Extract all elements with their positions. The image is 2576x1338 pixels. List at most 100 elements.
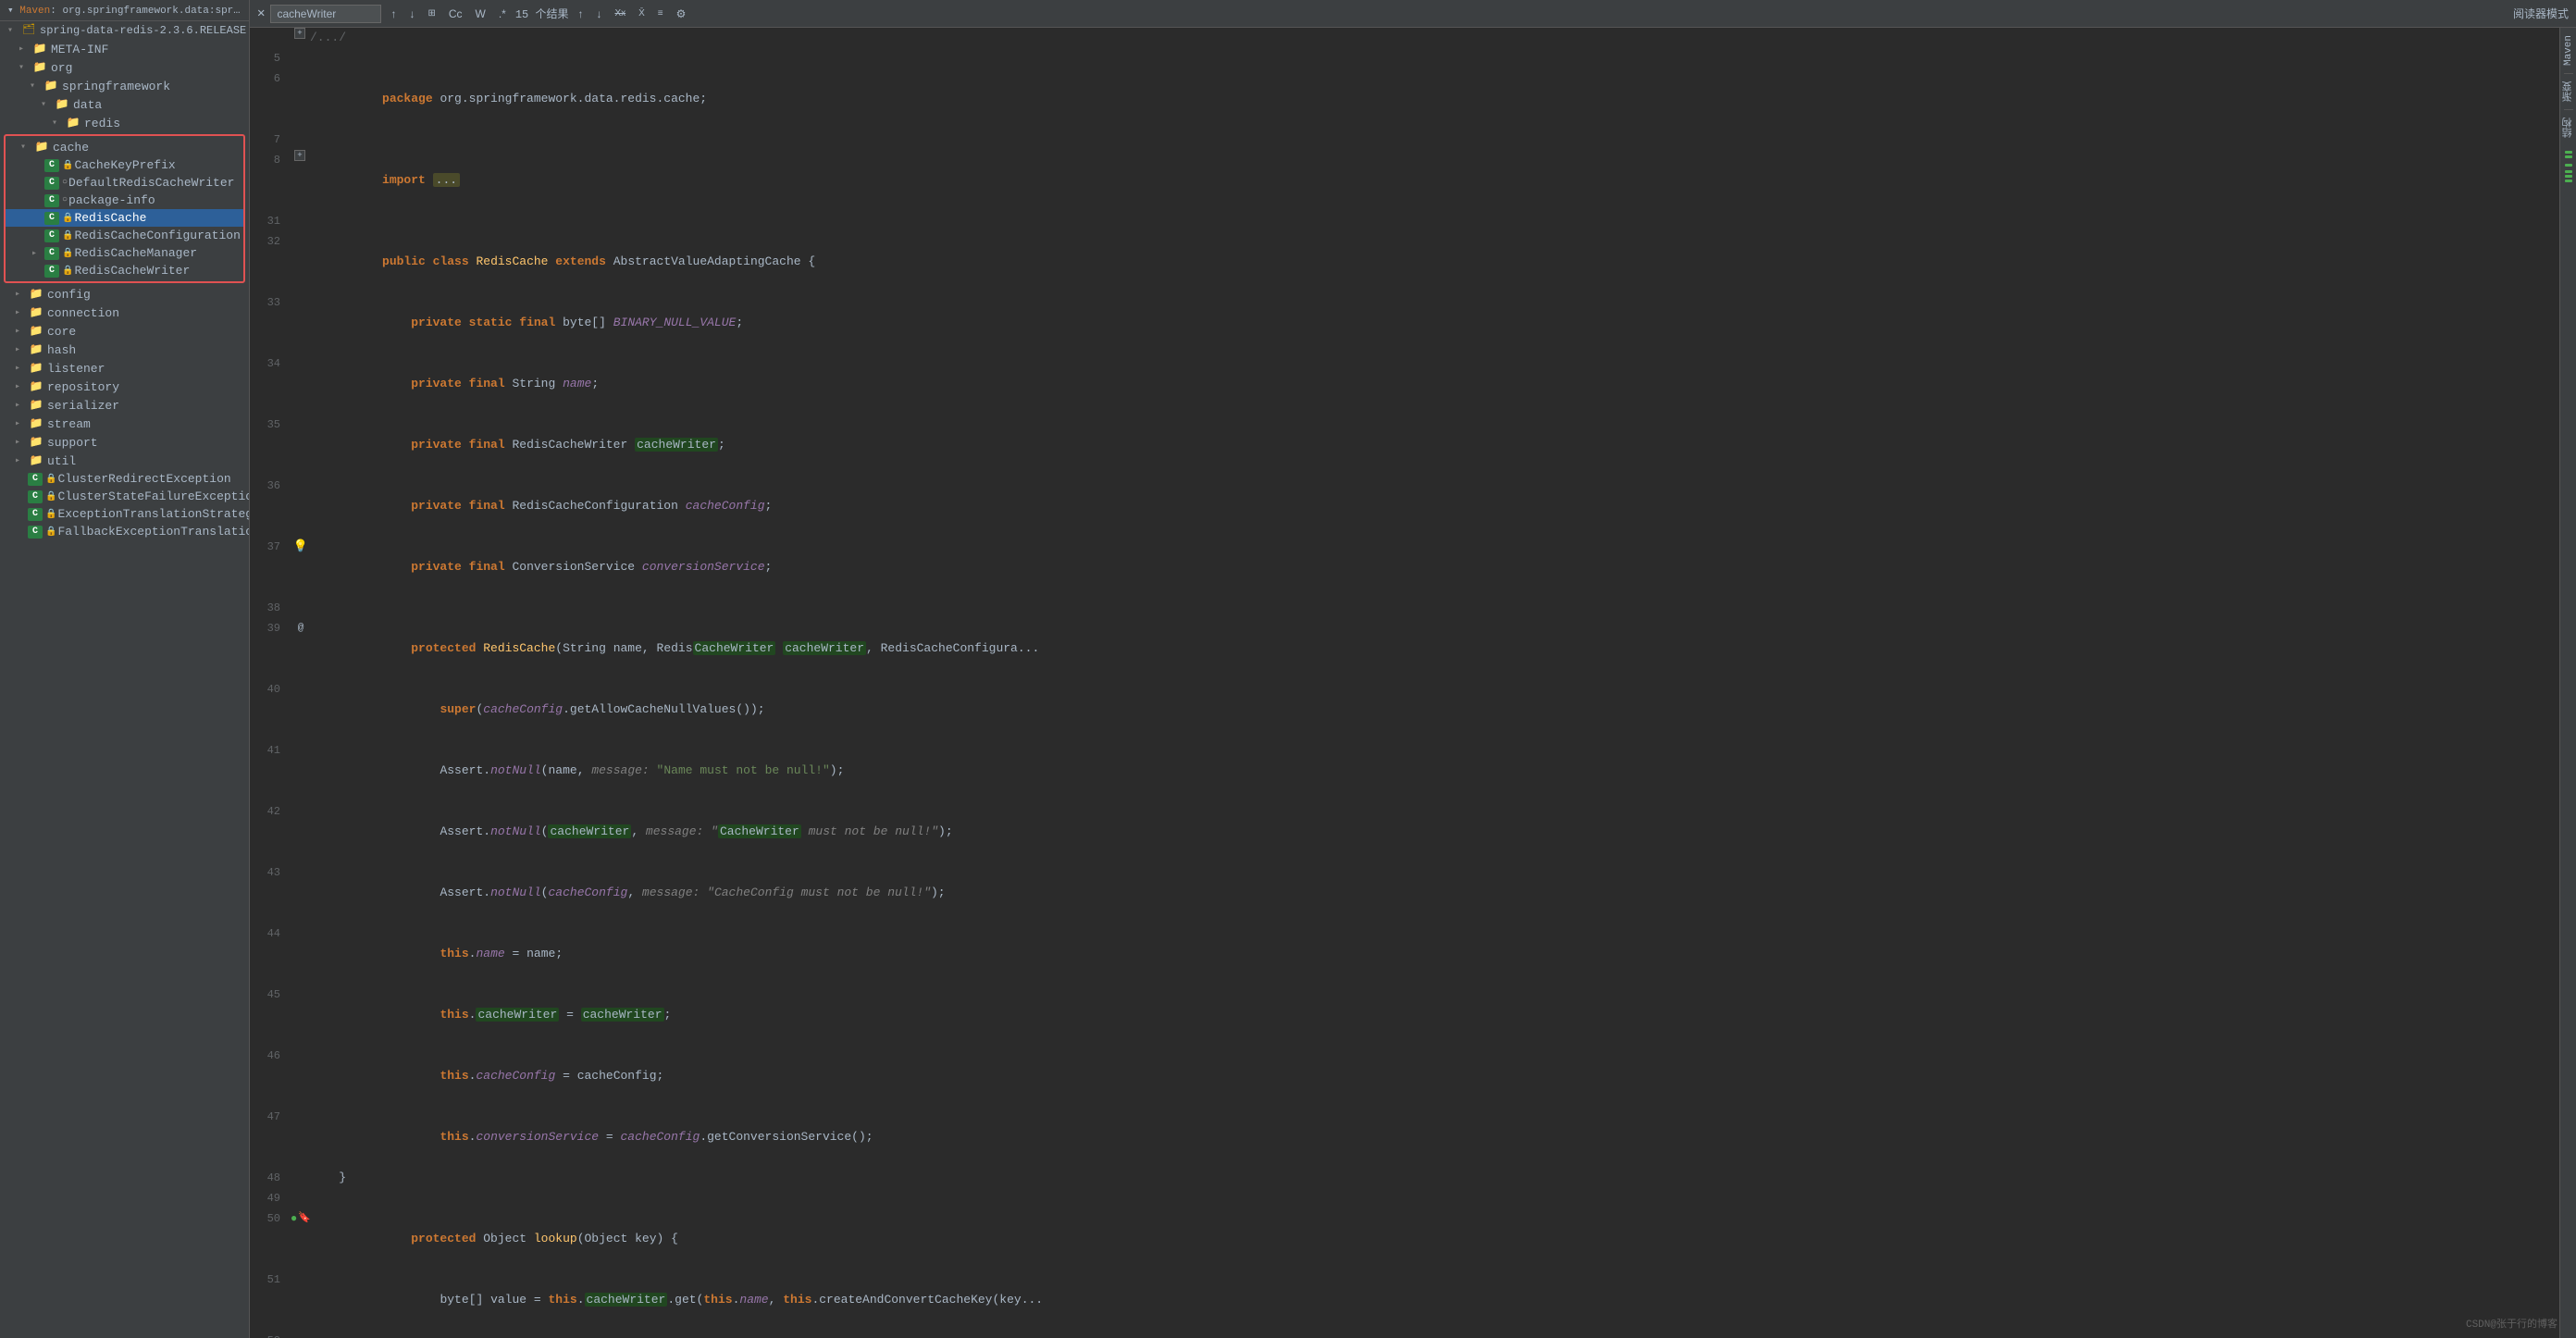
arrow-icon — [41, 99, 54, 110]
tree-item-connection[interactable]: 📁 connection — [0, 304, 249, 322]
folder-icon: 📁 — [28, 342, 44, 357]
code-line-32: 32 public class RedisCache extends Abstr… — [250, 231, 2559, 292]
search-filter-btn1[interactable]: Xx — [611, 7, 629, 19]
tree-item-RedisCacheManager[interactable]: C 🔒 RedisCacheManager — [6, 244, 243, 262]
fold-button[interactable]: + — [294, 28, 305, 39]
search-results-count: 15 个结果 — [515, 6, 569, 21]
search-prev-button[interactable]: ↑ — [387, 6, 400, 21]
search-results-up[interactable]: ↑ — [574, 6, 587, 21]
tree-item-redis[interactable]: 📁 redis — [0, 114, 249, 132]
tree-item-ClusterStateFailureException[interactable]: C 🔒 ClusterStateFailureException — [0, 488, 249, 505]
tree-item-ClusterRedirectException[interactable]: C 🔒 ClusterRedirectException — [0, 470, 249, 488]
cache-label: cache — [53, 141, 89, 155]
search-filter-btn3[interactable]: ≡ — [654, 7, 667, 19]
arrow-icon — [15, 326, 28, 337]
code-line-41: 41 Assert.notNull(name, message: "Name m… — [250, 740, 2559, 801]
code-line-37: 37 💡 private final ConversionService con… — [250, 537, 2559, 598]
code-line-47: 47 this.conversionService = cacheConfig.… — [250, 1107, 2559, 1168]
tree-item-meta-inf[interactable]: 📁 META-INF — [0, 40, 249, 58]
tree-item-stream[interactable]: 📁 stream — [0, 415, 249, 433]
class-icon: C — [44, 247, 59, 260]
search-next-button[interactable]: ↓ — [405, 6, 418, 21]
tree-item-cache[interactable]: 📁 cache — [6, 138, 243, 156]
close-icon[interactable]: ✕ — [257, 6, 265, 21]
tree-item-jar[interactable]: 🗂 spring-data-redis-2.3.6.RELEASE.jar li… — [0, 21, 249, 40]
tree-item-package-info[interactable]: C ○ package-info — [6, 192, 243, 209]
code-line-45: 45 this.cacheWriter = cacheWriter; — [250, 985, 2559, 1046]
search-btn-W[interactable]: W — [472, 6, 489, 21]
folder-icon: 📁 — [31, 60, 48, 75]
tree-item-RedisCacheConfiguration[interactable]: C 🔒 RedisCacheConfiguration — [6, 227, 243, 244]
tree-item-util[interactable]: 📁 util — [0, 452, 249, 470]
arrow-icon — [15, 344, 28, 355]
code-panel: ✕ ↑ ↓ ⊞ Cc W .* 15 个结果 ↑ ↓ Xx X̄ ≡ ⚙ 阅读器… — [250, 0, 2576, 1338]
arrow-icon — [15, 437, 28, 448]
arrow-icon — [19, 43, 31, 55]
package-info-label: package-info — [68, 193, 155, 207]
tree-item-core[interactable]: 📁 core — [0, 322, 249, 341]
tree-item-springframework[interactable]: 📁 springframework — [0, 77, 249, 95]
search-input[interactable] — [270, 5, 381, 23]
code-line-50: 50 ● 🔖 protected Object lookup(Object ke… — [250, 1208, 2559, 1270]
tree-item-RedisCacheWriter[interactable]: C 🔒 RedisCacheWriter — [6, 262, 243, 279]
support-label: support — [47, 436, 98, 450]
search-filter-icon[interactable]: ⚙ — [673, 6, 690, 21]
class-icon: C — [44, 265, 59, 278]
connection-label: connection — [47, 306, 119, 320]
code-line-31: 31 — [250, 211, 2559, 231]
tree-item-ExceptionTranslationStrategy[interactable]: C 🔒 ExceptionTranslationStrategy — [0, 505, 249, 523]
scroll-mark — [2565, 175, 2572, 178]
code-line-46: 46 this.cacheConfig = cacheConfig; — [250, 1046, 2559, 1107]
config-label: config — [47, 288, 91, 302]
gradient-sidebar-label[interactable]: 渐变 — [2559, 78, 2576, 105]
org-label: org — [51, 61, 72, 75]
RedisCache-label: RedisCache — [74, 211, 146, 225]
code-line-7: 7 — [250, 130, 2559, 150]
tree-item-listener[interactable]: 📁 listener — [0, 359, 249, 378]
at-icon: @ — [298, 618, 304, 638]
code-line-52: 52 return value == null ? null : this.de… — [250, 1331, 2559, 1338]
code-line-44: 44 this.name = name; — [250, 923, 2559, 985]
scroll-mark — [2565, 170, 2572, 173]
code-line-42: 42 Assert.notNull(cacheWriter, message: … — [250, 801, 2559, 862]
folder-icon: 📁 — [28, 453, 44, 468]
folder-icon: 📁 — [28, 324, 44, 339]
tree-item-CacheKeyPrefix[interactable]: C 🔒 CacheKeyPrefix — [6, 156, 243, 174]
cache-group-box: 📁 cache C 🔒 CacheKeyPrefix C ○ DefaultRe… — [4, 134, 245, 283]
class-icon: C — [28, 508, 43, 521]
search-btn-regex[interactable]: .* — [495, 6, 510, 21]
fold-button[interactable]: + — [294, 150, 305, 161]
tree-item-support[interactable]: 📁 support — [0, 433, 249, 452]
CacheKeyPrefix-label: CacheKeyPrefix — [74, 158, 175, 172]
code-line-48: 48 } — [250, 1168, 2559, 1188]
search-results-down[interactable]: ↓ — [592, 6, 605, 21]
code-line-5: 5 — [250, 48, 2559, 68]
search-btn-Cc[interactable]: Cc — [445, 6, 466, 21]
tree-item-repository[interactable]: 📁 repository — [0, 378, 249, 396]
code-line-39: 39 @ protected RedisCache(String name, R… — [250, 618, 2559, 679]
tree-item-FallbackExceptionTranslationStrategy[interactable]: C 🔒 FallbackExceptionTranslationStrategy — [0, 523, 249, 540]
maven-sidebar-label[interactable]: Maven — [2561, 31, 2576, 69]
right-sidebar: Maven 渐变 结构 — [2559, 28, 2576, 1338]
bookmark-icon: 🔖 — [298, 1208, 311, 1229]
search-filter-btn2[interactable]: X̄ — [635, 7, 649, 19]
tree-item-DefaultRedisCacheWriter[interactable]: C ○ DefaultRedisCacheWriter — [6, 174, 243, 192]
scroll-mark — [2565, 180, 2572, 182]
tree-item-RedisCache[interactable]: C 🔒 RedisCache — [6, 209, 243, 227]
tree-item-config[interactable]: 📁 config — [0, 285, 249, 304]
structure-sidebar-label[interactable]: 结构 — [2559, 114, 2576, 142]
folder-icon: 📁 — [65, 116, 81, 130]
class-icon: C — [44, 212, 59, 225]
search-copy-button[interactable]: ⊞ — [424, 7, 439, 19]
folder-icon: 📁 — [31, 42, 48, 56]
code-editor[interactable]: + /.../ 5 6 package org.springframework.… — [250, 28, 2559, 1338]
folder-icon: 📁 — [54, 97, 70, 112]
folder-icon: 📁 — [28, 416, 44, 431]
tree-item-data[interactable]: 📁 data — [0, 95, 249, 114]
tree-item-hash[interactable]: 📁 hash — [0, 341, 249, 359]
arrow-icon — [15, 400, 28, 411]
bulb-icon[interactable]: 💡 — [293, 537, 308, 557]
class-icon: C — [44, 229, 59, 242]
tree-item-org[interactable]: 📁 org — [0, 58, 249, 77]
tree-item-serializer[interactable]: 📁 serializer — [0, 396, 249, 415]
